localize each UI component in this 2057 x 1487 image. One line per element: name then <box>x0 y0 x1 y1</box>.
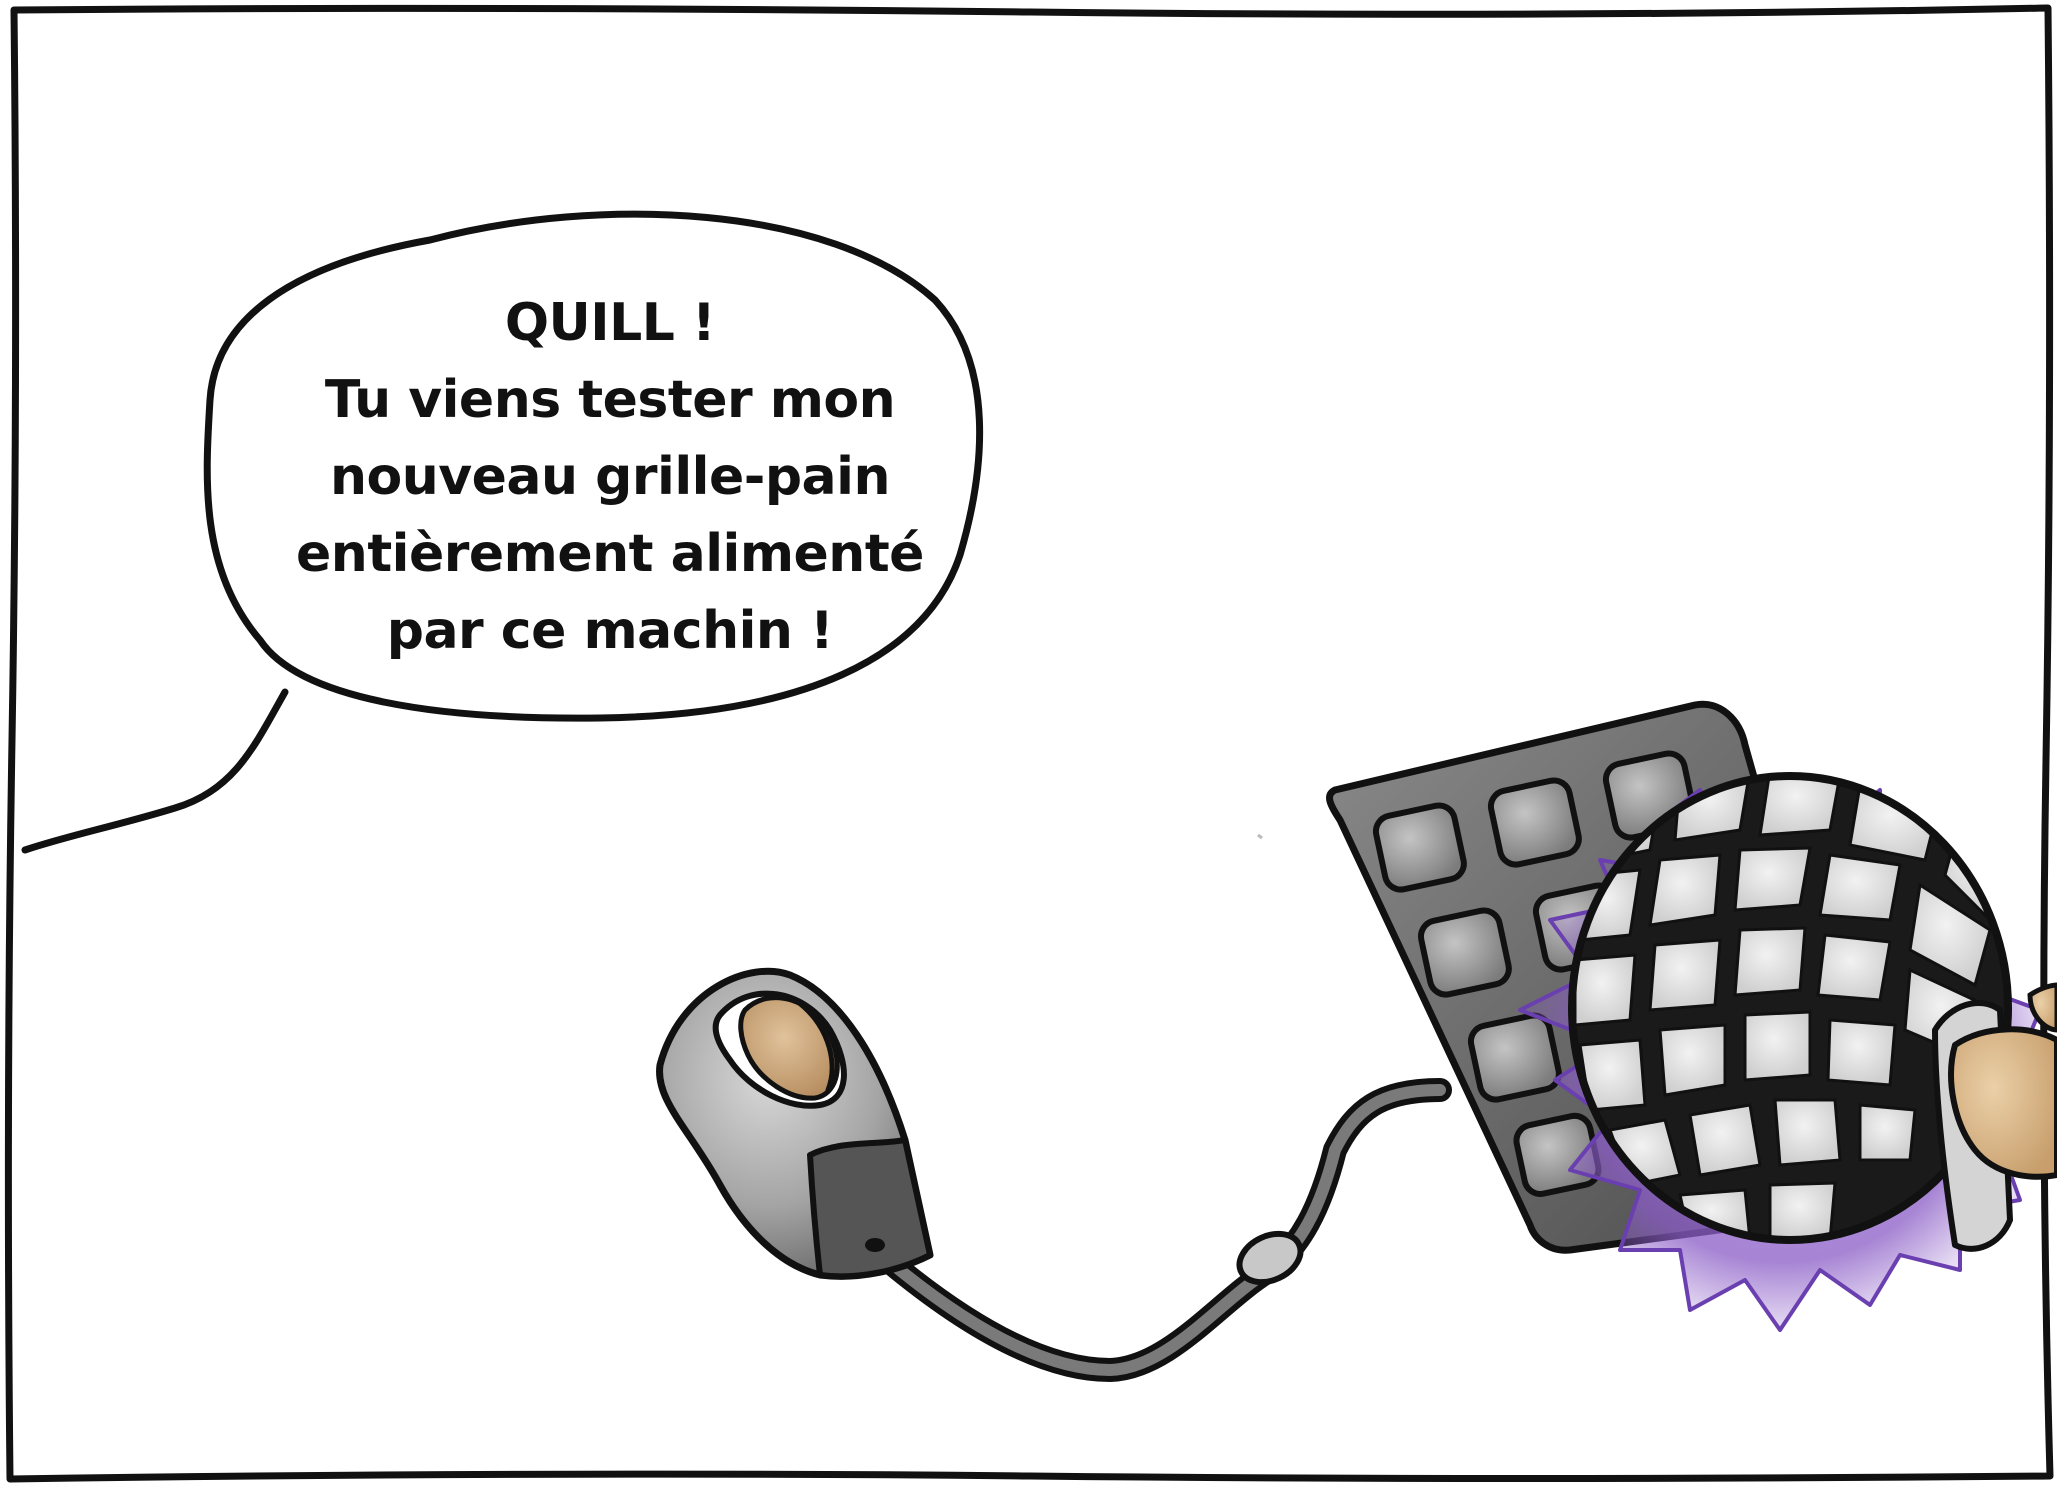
orb-tile <box>1688 1103 1762 1177</box>
speech-line: Tu viens tester mon <box>324 370 896 430</box>
speech-line: nouveau grille-pain <box>330 447 891 507</box>
speech-bubble-tail <box>21 688 289 854</box>
solar-cell <box>1467 1012 1562 1103</box>
toaster-front <box>807 1137 933 1280</box>
solar-cell <box>1372 802 1467 893</box>
orb-tile <box>1768 1181 1837 1240</box>
solar-cell <box>1417 907 1512 998</box>
comic-panel <box>4 4 2057 1483</box>
orb-tile <box>1858 1103 1917 1162</box>
toaster-cable-port <box>865 1238 885 1252</box>
speech-line: QUILL ! <box>504 293 716 353</box>
orb-tile <box>1658 1023 1727 1097</box>
solar-cell <box>1487 777 1582 868</box>
orb-tile <box>1818 853 1902 922</box>
orb-tile <box>1773 1098 1842 1167</box>
speech-line: par ce machin ! <box>386 601 834 661</box>
orb-tile <box>1826 1018 1897 1087</box>
orb-tile <box>1648 853 1722 927</box>
orb-tile <box>1573 953 1637 1027</box>
orb-tile <box>1743 1010 1812 1082</box>
ink-mark <box>1257 833 1263 840</box>
orb-tile <box>1648 938 1722 1012</box>
orb-tile <box>1816 933 1892 1002</box>
orb-tile <box>1733 846 1812 912</box>
speech-line: entièrement alimenté <box>296 524 924 584</box>
orb-tile <box>1733 926 1807 997</box>
speech-bubble-text: QUILL ! Tu viens tester mon nouveau gril… <box>250 285 970 670</box>
toaster <box>656 967 934 1280</box>
gloved-hand <box>1932 982 2057 1252</box>
